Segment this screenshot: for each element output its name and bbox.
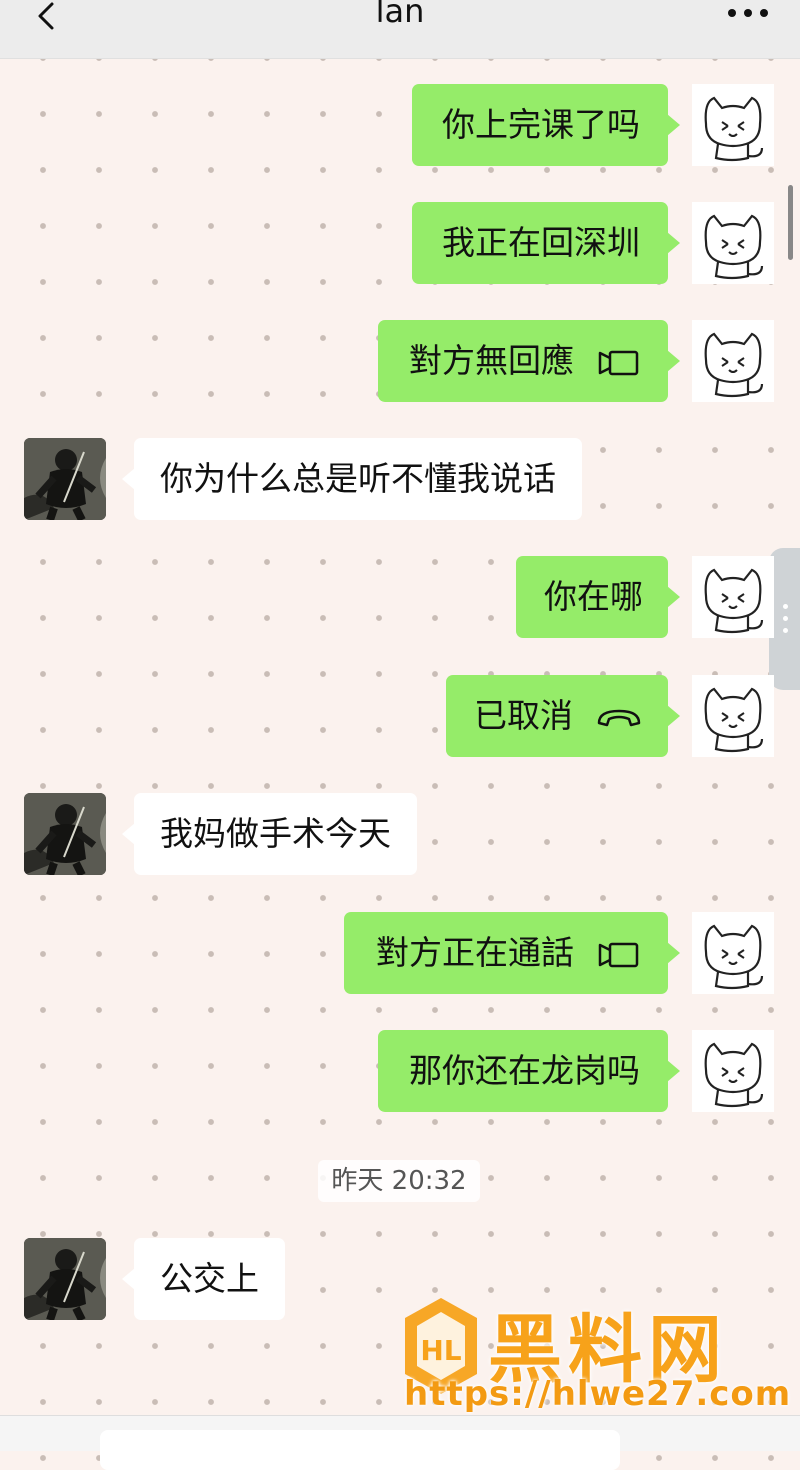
- sent-message-bubble[interactable]: 你在哪: [516, 556, 680, 638]
- sent-message-bubble[interactable]: 已取消: [446, 675, 680, 757]
- phone-hangup-icon: [597, 709, 641, 726]
- received-message-bubble[interactable]: 公交上: [122, 1238, 285, 1320]
- sent-message-bubble[interactable]: 我正在回深圳: [412, 202, 680, 284]
- sent-message-bubble[interactable]: 對方無回應: [378, 320, 680, 402]
- message-text: 你上完课了吗: [442, 105, 640, 144]
- my-avatar[interactable]: [692, 912, 774, 994]
- message-input[interactable]: [100, 1430, 620, 1470]
- received-message-bubble[interactable]: 你为什么总是听不懂我说话: [122, 438, 582, 520]
- video-call-icon: [598, 350, 639, 375]
- contact-avatar[interactable]: [24, 1238, 106, 1320]
- my-avatar[interactable]: [692, 320, 774, 402]
- message-text: 你在哪: [544, 577, 643, 616]
- scrollbar[interactable]: [788, 185, 793, 260]
- sent-message-bubble[interactable]: 你上完课了吗: [412, 84, 680, 166]
- chat-header: lan: [0, 0, 800, 59]
- message-text: 對方無回應: [409, 341, 574, 380]
- watermark-url: https://hlwe27.com: [404, 1374, 792, 1414]
- message-text: 已取消: [474, 696, 573, 735]
- message-text: 公交上: [160, 1259, 259, 1298]
- contact-avatar[interactable]: [24, 438, 106, 520]
- my-avatar[interactable]: [692, 202, 774, 284]
- my-avatar[interactable]: [692, 1030, 774, 1112]
- sent-message-bubble[interactable]: 對方正在通話: [344, 912, 680, 994]
- my-avatar[interactable]: [692, 675, 774, 757]
- my-avatar[interactable]: [692, 84, 774, 166]
- message-text: 對方正在通話: [376, 933, 574, 972]
- video-call-icon: [598, 942, 639, 967]
- my-avatar[interactable]: [692, 556, 774, 638]
- timestamp: 昨天 20:32: [318, 1160, 480, 1202]
- more-dots-icon[interactable]: [726, 6, 770, 20]
- message-text: 我正在回深圳: [442, 223, 640, 262]
- message-text: 那你还在龙岗吗: [409, 1051, 640, 1090]
- received-message-bubble[interactable]: 我妈做手术今天: [122, 793, 417, 875]
- message-text: 我妈做手术今天: [160, 814, 391, 853]
- sent-message-bubble[interactable]: 那你还在龙岗吗: [378, 1030, 680, 1112]
- message-text: 你为什么总是听不懂我说话: [160, 459, 556, 498]
- svg-text:HL: HL: [420, 1334, 461, 1367]
- contact-avatar[interactable]: [24, 793, 106, 875]
- chat-title: lan: [375, 0, 425, 30]
